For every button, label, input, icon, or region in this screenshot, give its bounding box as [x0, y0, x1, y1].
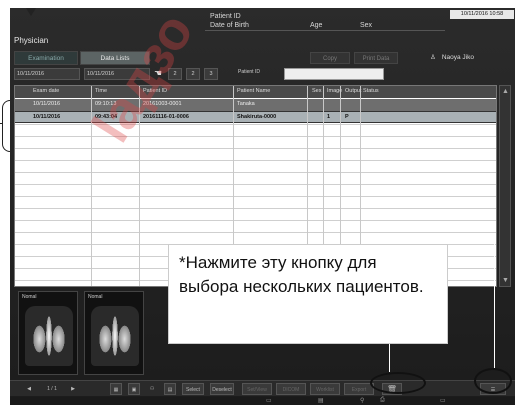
thumbnail-label: Nomal	[22, 294, 37, 300]
screen: Patient ID Date of Birth Age Sex 10/11/2…	[10, 8, 515, 405]
table-header: Exam date Time Patient ID Patient Name S…	[15, 86, 496, 98]
patient-id-label: Patient ID	[210, 13, 241, 20]
page-indicator: 1 / 1	[47, 386, 57, 392]
deselect-button[interactable]: Deselect	[210, 383, 234, 395]
thumbnail-label: Nomal	[88, 294, 103, 300]
print-data-button[interactable]: Print Data	[354, 52, 398, 64]
user-icon: ♙	[430, 54, 436, 61]
patient-id-filter-input[interactable]	[284, 68, 384, 80]
copy-button[interactable]: Copy	[310, 52, 350, 64]
tool-icon[interactable]: ▤	[164, 383, 176, 395]
col-exam-date[interactable]: Exam date	[33, 86, 59, 97]
status-icon: ⎙	[380, 397, 385, 403]
tool-icon[interactable]: ▦	[110, 383, 122, 395]
next-page-icon[interactable]: ▶	[68, 383, 78, 395]
thumbnail[interactable]: Nomal	[18, 291, 78, 375]
filter-button-3[interactable]: 3	[204, 68, 218, 80]
tab-examination[interactable]: Examination	[14, 51, 78, 65]
select-all-button[interactable]: Select All	[182, 383, 204, 405]
set-view-button[interactable]: Set/View	[242, 383, 272, 395]
highlight-circle	[370, 372, 426, 394]
prev-page-icon[interactable]: ◀	[24, 383, 34, 395]
chest-xray-image	[25, 306, 73, 366]
header-divider	[205, 30, 445, 31]
dob-label: Date of Birth	[210, 22, 249, 29]
col-sex[interactable]: Sex	[312, 86, 321, 97]
highlight-circle	[474, 368, 512, 394]
cell-patient-name: Shakiruta-0000	[237, 114, 277, 120]
cell-image: 1	[327, 114, 331, 120]
col-output-status[interactable]: Output Status	[345, 86, 379, 97]
status-icon: ▭	[266, 398, 272, 404]
patient-id-filter-label: Patient ID	[238, 69, 260, 75]
cell-status: P	[345, 114, 349, 120]
scroll-up-icon[interactable]: ▲	[502, 88, 509, 95]
col-patient-name[interactable]: Patient Name	[237, 86, 270, 97]
cell-date: 10/11/2016	[33, 114, 61, 120]
bottom-toolbar: ◀ 1 / 1 ▶ ▦ ▣ ⚇ ▤ Select All Deselect Se…	[10, 380, 515, 405]
filter-bar: 10/11/2016 10/11/2016 ☚ 2 2 3 Patient ID	[14, 68, 511, 81]
user-name: Naoya Jiko	[441, 54, 474, 61]
patient-info: Patient ID Date of Birth	[210, 12, 249, 30]
filter-button-2[interactable]: 2	[186, 68, 200, 80]
callout-leader-line	[389, 240, 494, 241]
scroll-down-icon[interactable]: ▼	[502, 277, 509, 284]
status-icon: ▭	[440, 398, 446, 404]
sex-label: Sex	[360, 22, 373, 29]
cell-patient-name: Tanaka	[237, 101, 255, 107]
cell-date: 10/11/2016	[33, 101, 61, 107]
header: Patient ID Date of Birth Age Sex 10/11/2…	[10, 8, 515, 50]
age-label: Age	[310, 22, 323, 29]
user-info[interactable]: ♙ Naoya Jiko	[430, 53, 474, 61]
dicom-output-button[interactable]: DICOM Output	[276, 383, 306, 405]
chest-xray-image	[91, 306, 139, 366]
physician-label: Physician	[14, 36, 49, 45]
tool-icon[interactable]: ▣	[128, 383, 140, 395]
worklist-button[interactable]: Worklist	[310, 383, 340, 395]
from-date-field[interactable]: 10/11/2016	[14, 68, 80, 80]
datetime-display: 10/11/2016 10:58	[450, 10, 514, 19]
thumbnail[interactable]: Nomal	[84, 291, 144, 375]
row-bracket	[0, 100, 10, 152]
status-bar: ▭ ▤ ⚲ ⎙ ▭	[10, 397, 515, 405]
callout-leader-line	[494, 240, 495, 368]
status-icon: ⚲	[360, 398, 365, 404]
people-icon[interactable]: ⚇	[146, 383, 158, 395]
status-icon: ▤	[318, 398, 324, 404]
table-scrollbar[interactable]: ▲ ▼	[499, 85, 511, 287]
instruction-callout: *Нажмите эту кнопку для выбора нескольки…	[168, 244, 448, 344]
